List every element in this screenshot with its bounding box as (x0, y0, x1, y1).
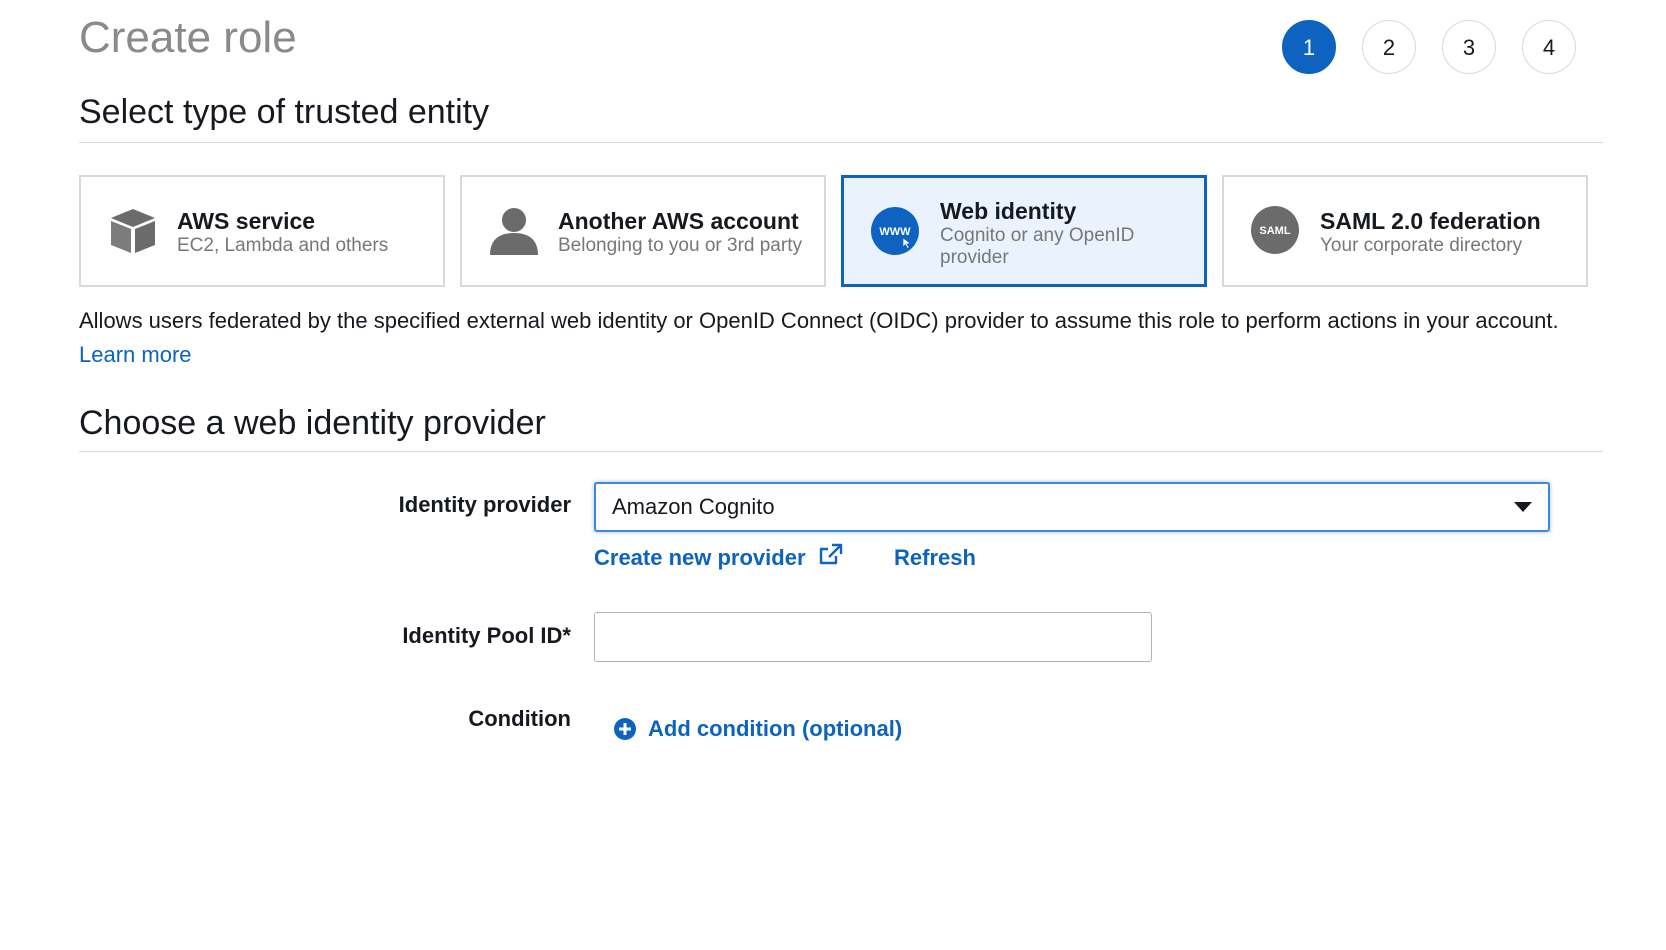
www-icon-text: WWW (879, 226, 911, 238)
identity-provider-label: Identity provider (398, 492, 571, 517)
entity-name: Another AWS account (558, 208, 799, 234)
step-2[interactable]: 2 (1362, 20, 1416, 74)
entity-card-aws-service[interactable]: AWS service EC2, Lambda and others (79, 175, 445, 287)
caret-down-icon (1514, 502, 1532, 512)
entity-card-another-aws-account[interactable]: Another AWS account Belonging to you or … (460, 175, 826, 287)
step-4[interactable]: 4 (1522, 20, 1576, 74)
saml-icon: SAML (1251, 206, 1299, 254)
user-icon (490, 208, 538, 255)
entity-description-text: Allows users federated by the specified … (79, 308, 1559, 333)
entity-card-web-identity[interactable]: WWW Web identity Cognito or any OpenID p… (841, 175, 1207, 287)
external-link-icon (819, 543, 842, 565)
step-1[interactable]: 1 (1282, 20, 1336, 74)
learn-more-link[interactable]: Learn more (79, 340, 192, 370)
trusted-entity-heading: Select type of trusted entity (79, 93, 490, 131)
entity-name: AWS service (177, 208, 316, 234)
identity-provider-value: Amazon Cognito (612, 494, 775, 519)
entity-description: Your corporate directory (1320, 235, 1523, 256)
entity-card-saml-federation[interactable]: SAML SAML 2.0 federation Your corporate … (1222, 175, 1588, 287)
create-new-provider-label: Create new provider (594, 545, 806, 570)
refresh-link[interactable]: Refresh (894, 543, 976, 573)
add-condition-label: Add condition (optional) (648, 716, 903, 741)
entity-description: Belonging to you or 3rd party (558, 235, 802, 256)
www-globe-icon: WWW (871, 207, 919, 255)
step-3[interactable]: 3 (1442, 20, 1496, 74)
add-condition-button[interactable]: Add condition (optional) (614, 713, 902, 745)
web-identity-heading: Choose a web identity provider (79, 404, 546, 442)
saml-icon-text: SAML (1259, 225, 1290, 237)
section-divider (79, 451, 1603, 452)
page-title: Create role (79, 13, 297, 62)
entity-description: Cognito or any OpenID provider (940, 225, 1135, 268)
identity-provider-select[interactable]: Amazon Cognito (594, 482, 1550, 532)
entity-name: SAML 2.0 federation (1320, 208, 1541, 234)
create-new-provider-link[interactable]: Create new provider (594, 543, 844, 573)
plus-circle-icon (614, 718, 636, 740)
entity-description: EC2, Lambda and others (177, 235, 389, 256)
condition-label: Condition (468, 706, 571, 731)
identity-pool-id-input[interactable] (594, 612, 1152, 662)
section-divider (79, 142, 1603, 143)
cube-icon (111, 209, 155, 253)
identity-pool-id-label: Identity Pool ID* (402, 623, 571, 648)
entity-name: Web identity (940, 198, 1077, 224)
